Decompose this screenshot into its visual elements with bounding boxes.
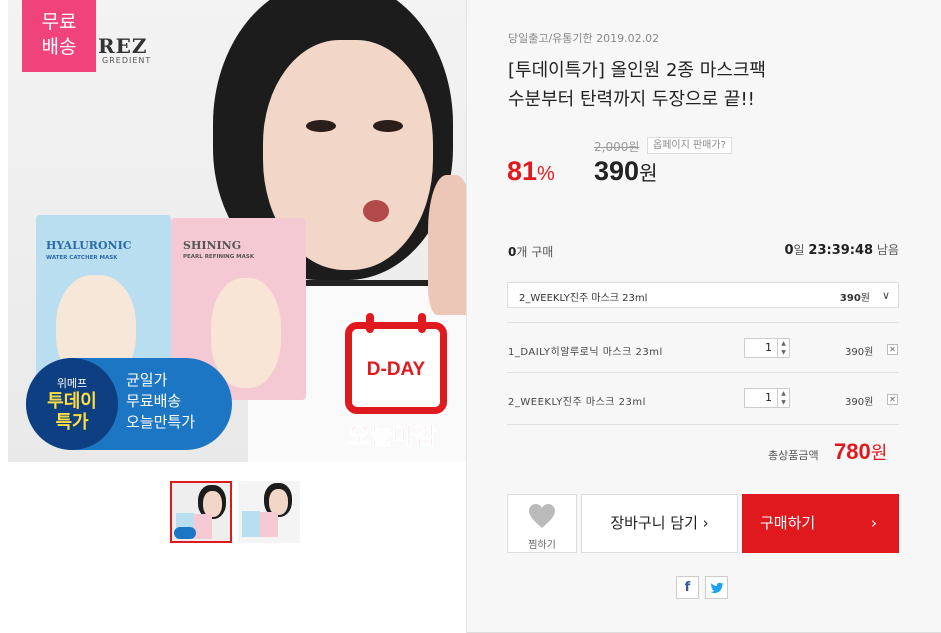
total-label: 총상품금액	[768, 449, 819, 462]
total-number: 780	[834, 439, 871, 464]
chevron-right-icon: ›	[702, 514, 709, 532]
model-eye-left	[306, 120, 336, 132]
selected-item-name: 2_WEEKLY진주 마스크 23ml	[508, 397, 646, 408]
price-compare-button[interactable]: 옵페이지 판매가?	[647, 137, 732, 154]
option-price-number: 390	[839, 293, 861, 304]
product-title-line-1: [투데이특가] 올인원 2종 마스크팩	[508, 60, 766, 81]
stepper-arrows-icon[interactable]: ▲ ▼	[777, 389, 789, 407]
facebook-share-icon[interactable]: f	[676, 576, 699, 599]
wishlist-button[interactable]: 찜하기	[507, 494, 577, 553]
time-remaining: 0일 23:39:48 남음	[784, 241, 899, 258]
promo-today-deal: 투데이 특가	[47, 391, 97, 433]
heart-icon	[529, 504, 555, 528]
remain-time: 23:39:48	[808, 243, 874, 258]
sale-price-number: 390	[594, 156, 640, 186]
brand-logo-sub: GREDIENT	[102, 56, 152, 65]
remain-label: 남음	[876, 243, 899, 257]
product-title-line-2: 수분부터 탄력까지 두장으로 끝!!	[508, 89, 755, 110]
calendar-ring-left	[366, 313, 374, 333]
model-eye-right	[373, 120, 403, 132]
model-mouth	[363, 200, 389, 222]
sale-price: 390원	[594, 156, 657, 187]
thumb-mask2	[194, 514, 212, 539]
thumb-promo	[174, 527, 196, 539]
option-price-unit: 원	[860, 293, 870, 304]
today-deal-promo: 위메프 투데이 특가 균일가 무료배송 오늘만특가	[26, 358, 232, 450]
promo-lines: 균일가 무료배송 오늘만특가	[126, 370, 195, 433]
divider	[507, 424, 899, 425]
model-hand	[428, 175, 466, 315]
promo-circle: 위메프 투데이 특가	[26, 358, 118, 450]
selected-item-name: 1_DAILY히알루로닉 마스크 23ml	[508, 347, 663, 358]
remain-days: 0	[784, 243, 794, 258]
option-select[interactable]: 2_WEEKLY진주 마스크 23ml 390원 ∨	[507, 282, 899, 308]
dday-label: D-DAY	[366, 359, 426, 380]
shipping-info: 당일출고/유통기한 2019.02.02	[508, 32, 660, 45]
promo-line-3: 오늘만특가	[126, 413, 196, 431]
dday-calendar-icon: D-DAY	[345, 313, 447, 414]
thumb-mask2	[260, 512, 278, 537]
discount-unit: %	[537, 163, 555, 185]
thumb-mask1	[242, 511, 260, 537]
product-title: [투데이특가] 올인원 2종 마스크팩 수분부터 탄력까지 두장으로 끝!!	[508, 56, 888, 114]
discount-rate: 81%	[507, 156, 555, 187]
mask1-subtitle: WATER CATCHER MASK	[46, 255, 118, 261]
today-end-label: 오늘마감	[347, 423, 437, 451]
twitter-bird-icon	[710, 582, 723, 594]
thumbnail-2[interactable]	[238, 481, 300, 543]
quantity-value[interactable]: 1	[745, 341, 775, 354]
option-select-price: 390원	[840, 289, 870, 304]
quantity-value[interactable]: 1	[745, 391, 775, 404]
chevron-down-icon: ∨	[881, 289, 890, 302]
chevron-right-icon: ›	[871, 514, 877, 532]
sold-count-label: 개 구매	[516, 245, 554, 259]
twitter-share-icon[interactable]	[705, 576, 728, 599]
quantity-stepper[interactable]: 1 ▲ ▼	[744, 338, 790, 358]
buy-now-button[interactable]: 구매하기 ›	[742, 494, 899, 553]
promo-wemakeprice: 위메프	[56, 377, 88, 390]
promo-line-2: 무료배송	[126, 392, 182, 410]
sale-price-unit: 원	[639, 163, 658, 185]
original-price: 2,000원	[594, 140, 640, 154]
mask2-title: SHINING	[183, 239, 242, 252]
selected-item-price: 390원	[845, 347, 874, 358]
buy-now-label: 구매하기	[760, 514, 816, 532]
product-page: REZ GREDIENT HYALURONIC WATER CATCHER MA…	[0, 0, 941, 633]
sold-count: 0개 구매	[508, 243, 553, 260]
brand-logo: REZ	[98, 34, 148, 58]
total-unit: 원	[870, 443, 888, 463]
wishlist-label: 찜하기	[528, 540, 556, 551]
discount-number: 81	[507, 156, 538, 186]
calendar-ring-right	[418, 313, 426, 333]
stepper-arrows-icon[interactable]: ▲ ▼	[777, 339, 789, 357]
selected-item-price: 390원	[845, 397, 874, 408]
product-gallery: REZ GREDIENT HYALURONIC WATER CATCHER MA…	[0, 0, 467, 633]
mask2-illustration	[211, 278, 281, 388]
add-to-cart-label: 장바구니 담기	[610, 514, 698, 532]
mask1-title: HYALURONIC	[46, 239, 132, 252]
free-shipping-badge: 무료 배송	[22, 0, 96, 72]
remove-item-icon[interactable]: ✕	[887, 394, 898, 405]
mask2-subtitle: PEARL REFINING MASK	[183, 254, 255, 260]
thumbnail-1[interactable]	[170, 481, 232, 543]
total-amount: 780원	[834, 439, 887, 465]
option-select-label: 2_WEEKLY진주 마스크 23ml	[519, 293, 648, 304]
remove-item-icon[interactable]: ✕	[887, 344, 898, 355]
remain-days-unit: 일	[793, 243, 805, 257]
divider	[507, 372, 899, 373]
quantity-stepper[interactable]: 1 ▲ ▼	[744, 388, 790, 408]
add-to-cart-button[interactable]: 장바구니 담기 ›	[581, 494, 738, 553]
divider	[507, 322, 899, 323]
promo-line-1: 균일가	[126, 371, 168, 389]
